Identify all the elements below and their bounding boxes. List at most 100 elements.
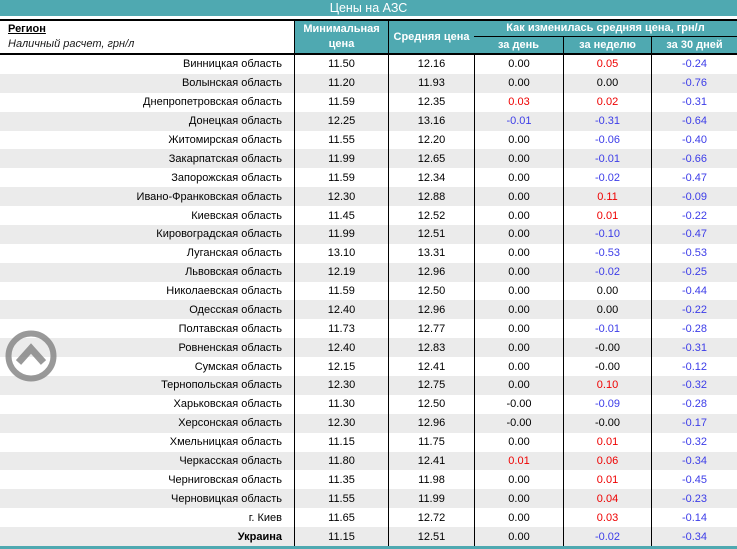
- avg-price-cell: 12.41: [388, 451, 474, 471]
- change-group-label: Как изменилась средняя цена, грн/л: [474, 21, 737, 37]
- min-price-cell: 11.55: [294, 489, 388, 509]
- change-day-cell: 0.01: [474, 451, 563, 471]
- min-price-cell: 11.15: [294, 527, 388, 546]
- avg-price-cell: 12.75: [388, 376, 474, 395]
- min-price-cell: 11.59: [294, 281, 388, 301]
- region-cell: Запорожская область: [171, 171, 282, 184]
- region-cell: Ивано-Франковская область: [136, 190, 282, 203]
- table-row: Донецкая область 12.25 13.16 -0.01 -0.31…: [0, 111, 737, 131]
- min-price-cell: 11.59: [294, 92, 388, 112]
- column-header-change-30days: за 30 дней: [651, 37, 737, 53]
- change-week-cell: 0.00: [563, 73, 651, 93]
- avg-price-cell: 12.50: [388, 281, 474, 301]
- table-row: Полтавская область 11.73 12.77 0.00 -0.0…: [0, 319, 737, 339]
- change-day-cell: 0.00: [474, 55, 563, 74]
- avg-price-cell: 12.77: [388, 319, 474, 339]
- avg-price-cell: 12.72: [388, 508, 474, 528]
- table-row: Черниговская область 11.35 11.98 0.00 0.…: [0, 470, 737, 490]
- change-day-cell: 0.00: [474, 432, 563, 452]
- avg-price-cell: 13.31: [388, 243, 474, 263]
- change-30days-cell: -0.09: [651, 187, 737, 207]
- min-price-cell: 11.30: [294, 394, 388, 414]
- change-day-cell: 0.00: [474, 508, 563, 528]
- change-day-cell: 0.00: [474, 130, 563, 150]
- scroll-to-top-button[interactable]: [5, 330, 57, 382]
- change-day-cell: 0.00: [474, 357, 563, 377]
- change-30days-cell: -0.53: [651, 243, 737, 263]
- avg-price-cell: 12.65: [388, 149, 474, 169]
- table-row: Черновицкая область 11.55 11.99 0.00 0.0…: [0, 489, 737, 509]
- change-week-cell: 0.01: [563, 470, 651, 490]
- change-day-cell: 0.00: [474, 319, 563, 339]
- region-subheader-label: Наличный расчет, грн/л: [8, 38, 135, 50]
- change-day-cell: 0.00: [474, 73, 563, 93]
- avg-price-cell: 11.93: [388, 73, 474, 93]
- min-price-cell: 11.99: [294, 149, 388, 169]
- change-week-cell: -0.00: [563, 413, 651, 433]
- region-cell: Кировоградская область: [156, 228, 282, 241]
- min-price-cell: 11.99: [294, 224, 388, 244]
- change-day-cell: 0.00: [474, 149, 563, 169]
- change-week-cell: 0.10: [563, 376, 651, 395]
- region-cell: Николаевская область: [166, 285, 282, 298]
- avg-price-cell: 12.51: [388, 527, 474, 546]
- avg-price-cell: 11.75: [388, 432, 474, 452]
- avg-price-cell: 12.20: [388, 130, 474, 150]
- table-row: Винницкая область 11.50 12.16 0.00 0.05 …: [0, 55, 737, 74]
- column-header-change-day: за день: [474, 37, 563, 53]
- region-cell: Волынская область: [181, 77, 282, 90]
- region-cell: Херсонская область: [178, 417, 282, 430]
- change-week-cell: -0.53: [563, 243, 651, 263]
- avg-price-cell: 11.98: [388, 470, 474, 490]
- min-price-cell: 12.15: [294, 357, 388, 377]
- column-header-change-group: Как изменилась средняя цена, грн/л за де…: [474, 21, 737, 53]
- min-price-cell: 11.35: [294, 470, 388, 490]
- change-day-cell: 0.00: [474, 262, 563, 282]
- region-header-label: Регион: [8, 23, 46, 35]
- change-day-cell: 0.00: [474, 376, 563, 395]
- table-row: Луганская область 13.10 13.31 0.00 -0.53…: [0, 243, 737, 263]
- change-30days-cell: -0.34: [651, 451, 737, 471]
- change-30days-cell: -0.31: [651, 92, 737, 112]
- change-week-cell: -0.02: [563, 168, 651, 188]
- change-week-cell: -0.00: [563, 357, 651, 377]
- table-row: Одесская область 12.40 12.96 0.00 0.00 -…: [0, 300, 737, 320]
- table-row: Херсонская область 12.30 12.96 -0.00 -0.…: [0, 413, 737, 433]
- region-cell: Черкасская область: [179, 455, 282, 467]
- change-30days-cell: -0.17: [651, 413, 737, 433]
- table-body: Винницкая область 11.50 12.16 0.00 0.05 …: [0, 55, 737, 546]
- region-cell: Одесская область: [189, 303, 282, 316]
- change-day-cell: 0.00: [474, 300, 563, 320]
- region-cell: Винницкая область: [183, 58, 282, 71]
- change-30days-cell: -0.47: [651, 168, 737, 188]
- change-30days-cell: -0.32: [651, 376, 737, 395]
- change-week-cell: -0.31: [563, 111, 651, 131]
- region-cell: г. Киев: [248, 511, 282, 524]
- change-30days-cell: -0.40: [651, 130, 737, 150]
- change-day-cell: -0.00: [474, 394, 563, 414]
- change-30days-cell: -0.44: [651, 281, 737, 301]
- change-30days-cell: -0.23: [651, 489, 737, 509]
- min-price-cell: 11.50: [294, 55, 388, 74]
- change-week-cell: 0.03: [563, 508, 651, 528]
- change-day-cell: 0.00: [474, 489, 563, 509]
- table-header: Регион Наличный расчет, грн/л Минимальна…: [0, 19, 737, 55]
- table-row: Хмельницкая область 11.15 11.75 0.00 0.0…: [0, 432, 737, 452]
- avg-price-cell: 13.16: [388, 111, 474, 131]
- change-30days-cell: -0.47: [651, 224, 737, 244]
- min-price-cell: 11.45: [294, 206, 388, 225]
- table-row: Ивано-Франковская область 12.30 12.88 0.…: [0, 187, 737, 207]
- table-row: Днепропетровская область 11.59 12.35 0.0…: [0, 92, 737, 112]
- table-row: г. Киев 11.65 12.72 0.00 0.03 -0.14: [0, 508, 737, 528]
- change-week-cell: -0.09: [563, 394, 651, 414]
- change-30days-cell: -0.14: [651, 508, 737, 528]
- change-subcolumns: за день за неделю за 30 дней: [474, 37, 737, 53]
- change-week-cell: 0.00: [563, 281, 651, 301]
- min-price-cell: 12.30: [294, 376, 388, 395]
- change-week-cell: -0.01: [563, 149, 651, 169]
- column-header-avg-price: Средняя цена: [388, 21, 474, 53]
- region-cell: Житомирская область: [168, 133, 282, 146]
- avg-price-cell: 12.96: [388, 262, 474, 282]
- avg-price-cell: 12.41: [388, 357, 474, 377]
- change-week-cell: 0.01: [563, 206, 651, 225]
